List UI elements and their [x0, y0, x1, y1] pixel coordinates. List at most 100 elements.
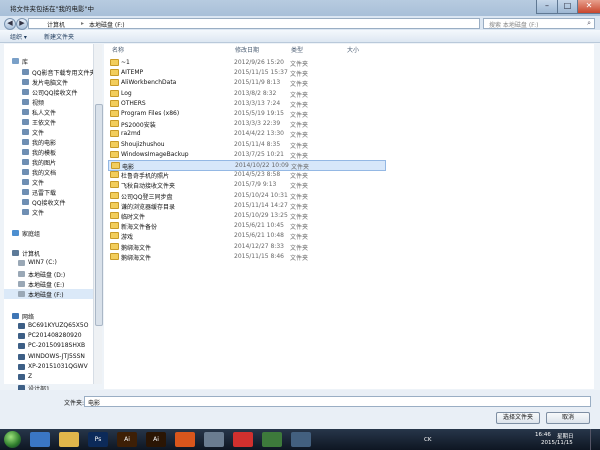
file-row[interactable]: Shoujizhushou 2015/11/4 8:35 文件夹 [108, 140, 384, 150]
drive-icon [18, 271, 25, 277]
sidebar-item[interactable]: WIN7 (C:) [4, 258, 98, 268]
sidebar-item[interactable]: 公司QQ接收文件 [4, 87, 98, 97]
file-row[interactable]: 鹅绑海文件 2014/12/27 8:33 文件夹 [108, 242, 384, 252]
search-input[interactable]: 搜索 本地磁盘 (F:) ⌕ [483, 18, 595, 29]
illustrator-icon[interactable]: Ai [117, 432, 137, 447]
file-row[interactable]: AITEMP 2015/11/15 15:37 文件夹 [108, 68, 384, 79]
sidebar-item[interactable]: QQ接收文件 [4, 197, 98, 207]
language-indicator[interactable]: CK [424, 437, 431, 443]
sidebar-item[interactable]: 迅雷下载 [4, 187, 98, 197]
picture-icon [22, 159, 29, 165]
file-row[interactable]: 新海文件备份 2015/6/21 10:45 文件夹 [108, 221, 384, 231]
file-type: 文件夹 [290, 173, 309, 181]
ie-icon[interactable] [30, 432, 50, 447]
filename-input[interactable]: 电影 [84, 396, 591, 407]
folder-app-icon[interactable] [59, 432, 79, 447]
sidebar-item[interactable]: XP-20151031QGWV [4, 362, 98, 372]
sidebar-item[interactable]: PC201408280920 [4, 331, 98, 341]
sidebar-item[interactable]: WINDOWS-JTJ5SSN [4, 352, 98, 362]
app-icon[interactable] [291, 432, 311, 447]
column-header-date[interactable]: 修改日期 [235, 45, 259, 54]
sidebar-item[interactable]: 网络 [4, 311, 98, 321]
sidebar-item[interactable]: 本地磁盘 (F:) [4, 289, 98, 299]
title-bar[interactable]: 将文件夹包括在"我的电影"中 – □ ✕ [0, 0, 600, 17]
folder-icon [110, 69, 119, 77]
file-row[interactable]: 谦的浏览器缓存目录 2015/11/14 14:27 文件夹 [108, 201, 384, 211]
maximize-button[interactable]: □ [557, 0, 578, 14]
close-button[interactable]: ✕ [577, 0, 600, 14]
file-type: 文件夹 [290, 203, 309, 211]
folder-icon [110, 99, 119, 107]
back-button[interactable]: ◀ [4, 18, 16, 30]
window-icon[interactable] [204, 432, 224, 447]
illustrator-icon[interactable]: Ai [146, 432, 166, 447]
sidebar-item[interactable]: 文件 [4, 177, 98, 187]
breadcrumb-computer[interactable]: 计算机 [47, 20, 65, 29]
select-folder-button[interactable]: 选择文件夹 [496, 412, 540, 424]
sidebar-scrollbar[interactable] [93, 44, 103, 384]
file-row[interactable]: Program Files (x86) 2015/5/19 19:15 文件夹 [108, 109, 384, 119]
sidebar-item[interactable]: 文件 [4, 207, 98, 217]
sidebar-item[interactable]: 我的文档 [4, 167, 98, 177]
file-name: PS2000安装 [121, 122, 156, 130]
file-type: 文件夹 [290, 71, 309, 79]
folder-icon [110, 181, 119, 189]
column-header-size[interactable]: 大小 [347, 45, 359, 54]
file-row[interactable]: WindowsImageBackup 2013/7/25 10:21 文件夹 [108, 150, 384, 160]
sidebar-item[interactable]: 我的电影 [4, 137, 98, 147]
file-row[interactable]: OTHERS 2013/3/13 7:24 文件夹 [108, 99, 384, 109]
sidebar-item[interactable]: QQ影音下载专用文件夹 [4, 67, 98, 77]
scrollbar-thumb[interactable] [95, 104, 103, 326]
file-row[interactable]: Log 2013/8/2 8:32 文件夹 [108, 89, 384, 99]
start-button[interactable] [4, 431, 21, 448]
sidebar-item[interactable]: 我的模板 [4, 147, 98, 157]
sidebar-item[interactable]: 库 [4, 56, 98, 66]
photoshop-icon[interactable]: Ps [88, 432, 108, 447]
folder-icon [22, 119, 29, 125]
sidebar-item[interactable]: 本地磁盘 (E:) [4, 279, 98, 289]
sidebar-item[interactable]: 本地磁盘 (D:) [4, 269, 98, 279]
forward-button[interactable]: ▶ [16, 18, 28, 30]
sidebar-item[interactable]: 文件 [4, 127, 98, 137]
clock-date[interactable]: 2015/11/15 [541, 440, 573, 446]
organize-menu[interactable]: 组织 ▾ [10, 32, 27, 41]
sidebar-item[interactable]: 王依文件 [4, 117, 98, 127]
file-row[interactable]: 飞秋自动接收文件夹 2015/7/9 9:13 文件夹 [108, 180, 384, 190]
sidebar-item[interactable]: 视频 [4, 97, 98, 107]
sidebar-item[interactable]: 发片电脑文件 [4, 77, 98, 87]
file-row[interactable]: 游戏 2015/6/21 10:48 文件夹 [108, 231, 384, 242]
address-bar[interactable]: 计算机 ▸ 本地磁盘 (F:) [28, 18, 480, 29]
sidebar-item[interactable]: 私人文件 [4, 107, 98, 117]
file-row[interactable]: PS2000安装 2013/3/3 22:39 文件夹 [108, 119, 384, 130]
shop-icon[interactable] [233, 432, 253, 447]
file-row[interactable]: AliWorkbenchData 2015/11/9 8:13 文件夹 [108, 78, 384, 88]
file-row[interactable]: 公司QQ登三同步盘 2015/10/24 10:31 文件夹 [108, 191, 384, 201]
cancel-button[interactable]: 取消 [546, 412, 590, 424]
column-header-type[interactable]: 类型 [291, 45, 303, 54]
file-type: 文件夹 [290, 234, 309, 242]
app-icon[interactable] [262, 432, 282, 447]
sidebar-item-label: 私人文件 [32, 110, 57, 117]
sidebar-item[interactable]: 家庭组 [4, 228, 98, 238]
file-row[interactable]: 临时文件 2015/10/29 13:25 文件夹 [108, 211, 384, 221]
sidebar-item[interactable]: 计算机 [4, 248, 98, 258]
drive-icon [18, 281, 25, 287]
file-row[interactable]: 杜鲁奇手机的照片 2014/5/23 8:58 文件夹 [108, 170, 384, 181]
column-header-name[interactable]: 名称 [112, 45, 124, 54]
show-desktop-button[interactable] [590, 429, 600, 450]
sidebar-item[interactable]: 我的图片 [4, 157, 98, 167]
clock-weekday[interactable]: 星期日 [557, 432, 574, 440]
sidebar-item[interactable]: Z [4, 372, 98, 382]
clock-time[interactable]: 16:46 [535, 432, 551, 438]
file-row[interactable]: ra2md 2014/4/22 13:30 文件夹 [108, 129, 384, 139]
firefox-icon[interactable] [175, 432, 195, 447]
sidebar-item-label: 网络 [22, 314, 35, 321]
minimize-button[interactable]: – [536, 0, 558, 14]
new-folder-button[interactable]: 新建文件夹 [44, 32, 74, 41]
file-row[interactable]: 鹅绑海文件 2015/11/15 8:46 文件夹 [108, 252, 384, 262]
sidebar-item[interactable]: PC-20150918SHXB [4, 341, 98, 351]
file-row[interactable]: ~1 2012/9/26 15:20 文件夹 [108, 58, 384, 68]
sidebar-item[interactable]: BC691KYUZQ65X5O [4, 321, 98, 331]
folder-icon [110, 79, 119, 87]
breadcrumb-drive[interactable]: 本地磁盘 (F:) [89, 20, 125, 29]
